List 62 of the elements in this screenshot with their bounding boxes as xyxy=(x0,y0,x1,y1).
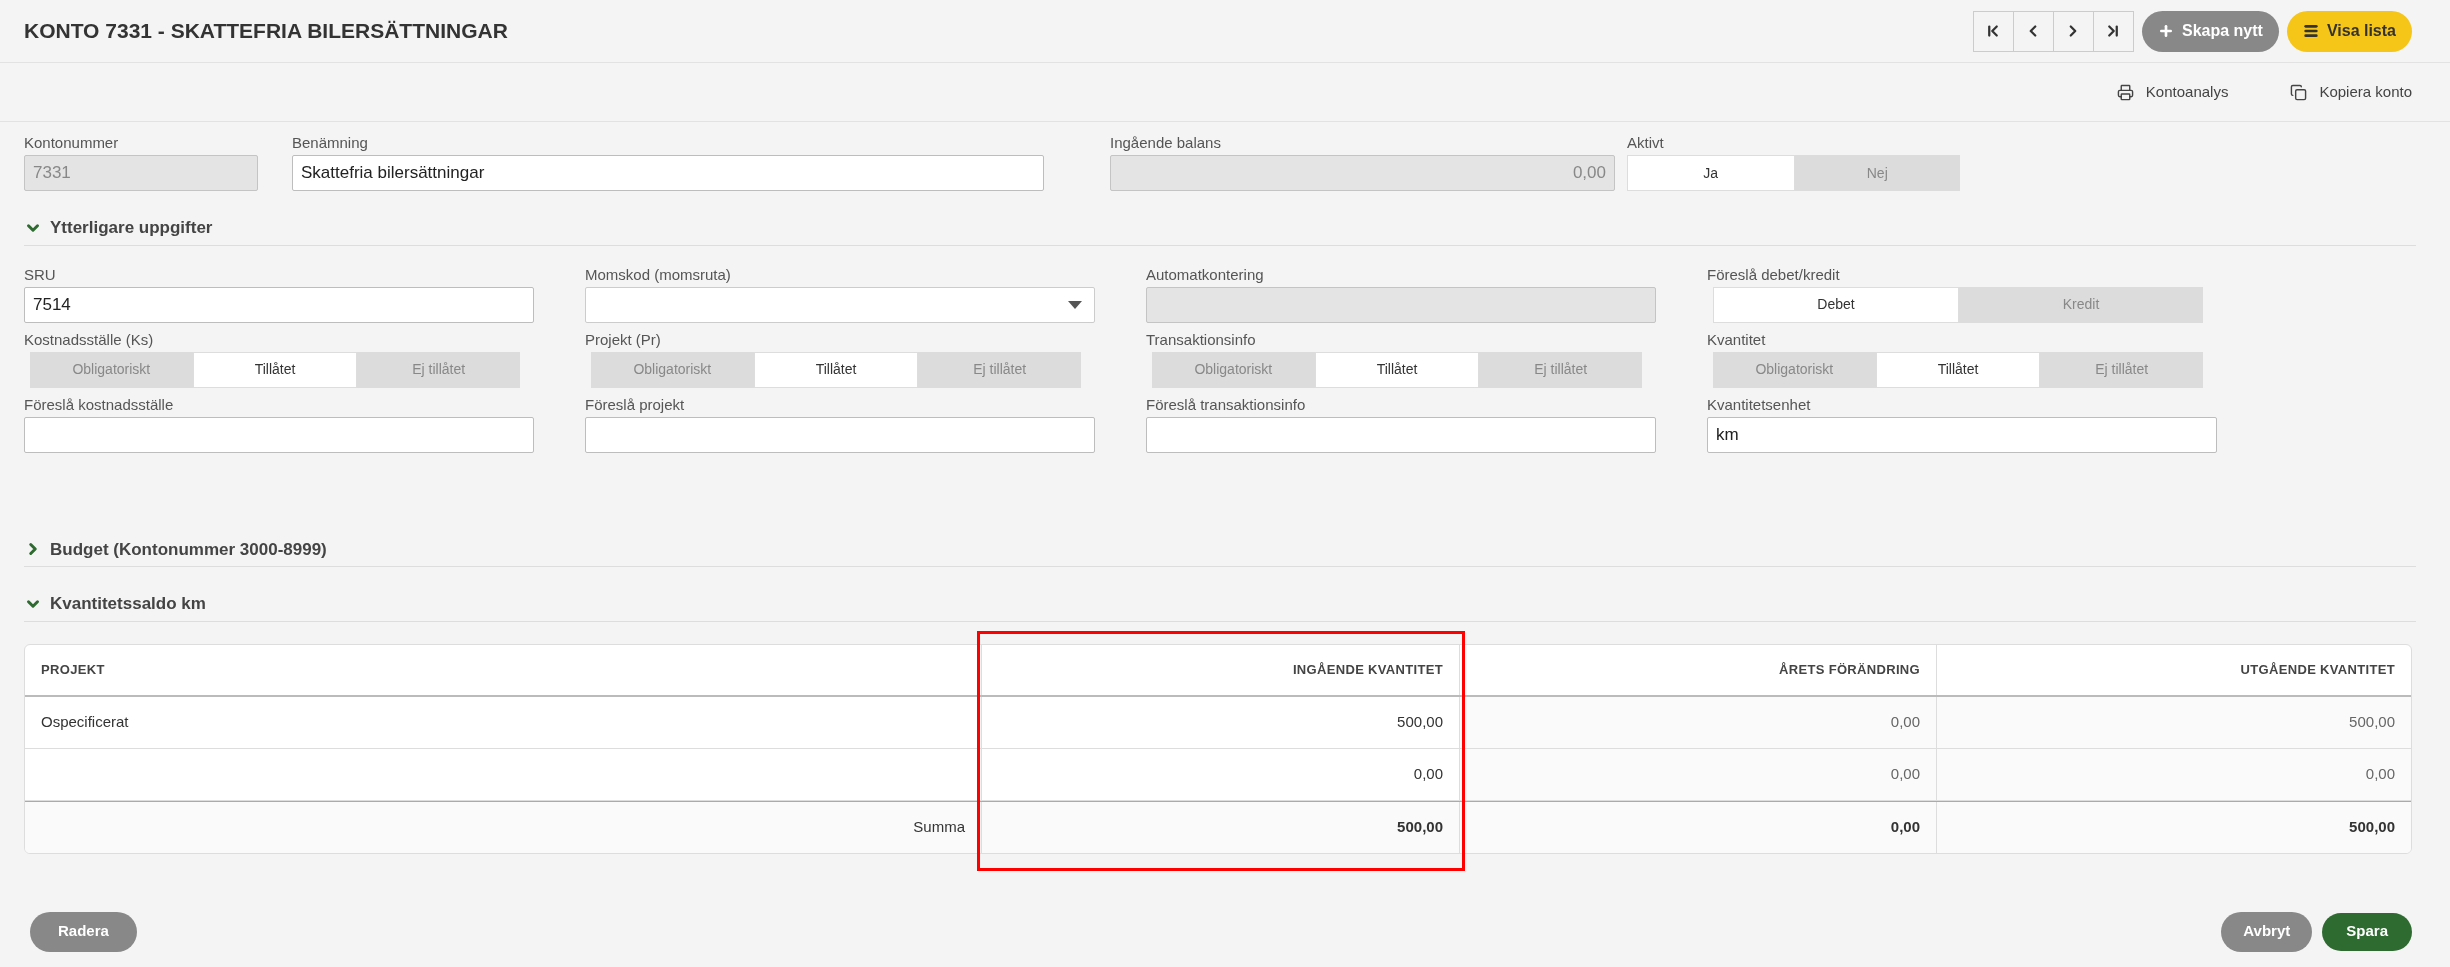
delete-button[interactable]: Radera xyxy=(30,911,137,952)
field-label: Föreslå projekt xyxy=(585,395,686,414)
toggle-option[interactable]: Tillåtet xyxy=(192,351,358,388)
field-label: Föreslå debet/kredit xyxy=(1707,265,1841,284)
table-cell-text: 0,00 xyxy=(2365,763,2395,784)
select-field[interactable] xyxy=(585,286,1095,323)
field-label: Transaktionsinfo xyxy=(1146,330,1257,349)
toolbar-link[interactable]: Kontoanalys xyxy=(2116,80,2229,104)
section-title[interactable]: Kvantitetssaldo km xyxy=(50,591,206,617)
save-button[interactable]: Spara xyxy=(2322,912,2412,951)
field-label: Benämning xyxy=(292,134,369,152)
field-label: Föreslå transaktionsinfo xyxy=(1146,395,1307,414)
input-field[interactable] xyxy=(1146,416,1656,453)
table-cell-text: 500,00 xyxy=(1397,711,1443,732)
field-label: SRU xyxy=(24,265,57,284)
field-label: Kvantitetsenhet xyxy=(1707,395,1812,414)
plus-icon xyxy=(2158,23,2174,39)
page-title: KONTO 7331 - SKATTEFRIA BILERSÄTTNINGAR xyxy=(24,18,508,45)
toggle-option[interactable]: Debet xyxy=(1713,286,1959,323)
copy-icon xyxy=(2290,83,2308,101)
column-header: INGÅENDE KVANTITET xyxy=(1292,660,1443,679)
field-label: Ingående balans xyxy=(1110,134,1222,152)
total-label: Summa xyxy=(913,816,965,837)
toggle-option[interactable]: Tillåtet xyxy=(753,351,919,388)
column-header: ÅRETS FÖRÄNDRING xyxy=(1779,660,1920,679)
field-label: Kostnadsställe (Ks) xyxy=(24,330,155,349)
field-label: Kvantitet xyxy=(1707,330,1767,349)
table-cell-text: 0,00 xyxy=(1890,711,1920,732)
field-label: Kontonummer xyxy=(24,134,120,152)
table-cell-text: 0,00 xyxy=(1413,763,1443,784)
total-cell-text: 500,00 xyxy=(2349,816,2395,837)
table-cell-text: 500,00 xyxy=(2349,711,2395,732)
toggle-option[interactable]: Tillåtet xyxy=(1875,351,2041,388)
input-field[interactable]: Skattefria bilersättningar xyxy=(292,155,1044,191)
field-label: Aktivt xyxy=(1627,134,1665,152)
input-field[interactable] xyxy=(585,416,1095,453)
input-field[interactable]: 7514 xyxy=(24,286,534,323)
total-cell-text: 0,00 xyxy=(1890,816,1920,837)
table-cell-text: Ospecificerat xyxy=(41,711,129,732)
column-header: UTGÅENDE KVANTITET xyxy=(2240,660,2395,679)
field-label: Projekt (Pr) xyxy=(585,330,662,349)
printer-icon xyxy=(2116,83,2134,101)
create-new-button[interactable]: Skapa nytt xyxy=(2142,10,2279,52)
input-field[interactable]: km xyxy=(1707,416,2217,453)
field-label: Föreslå kostnadsställe xyxy=(24,395,175,414)
toggle-option[interactable]: Ja xyxy=(1627,155,1795,191)
first-page-button[interactable] xyxy=(1973,10,2014,52)
column-header: PROJEKT xyxy=(41,660,105,679)
show-list-button[interactable]: Visa lista xyxy=(2286,10,2412,52)
menu-icon xyxy=(2302,23,2319,39)
section-title[interactable]: Budget (Kontonummer 3000-8999) xyxy=(50,536,327,562)
field-label: Automatkontering xyxy=(1146,265,1265,284)
last-page-button[interactable] xyxy=(2093,10,2134,52)
field-label: Momskod (momsruta) xyxy=(585,265,732,284)
table-cell-text: 0,00 xyxy=(1890,763,1920,784)
toolbar-link[interactable]: Kopiera konto xyxy=(2290,80,2412,104)
toggle-option[interactable]: Tillåtet xyxy=(1314,351,1480,388)
dropdown-caret-icon xyxy=(1068,300,1082,309)
total-cell-text: 500,00 xyxy=(1397,816,1443,837)
cancel-button[interactable]: Avbryt xyxy=(2221,911,2313,952)
input-field[interactable] xyxy=(24,416,534,453)
section-title[interactable]: Ytterligare uppgifter xyxy=(50,215,213,241)
